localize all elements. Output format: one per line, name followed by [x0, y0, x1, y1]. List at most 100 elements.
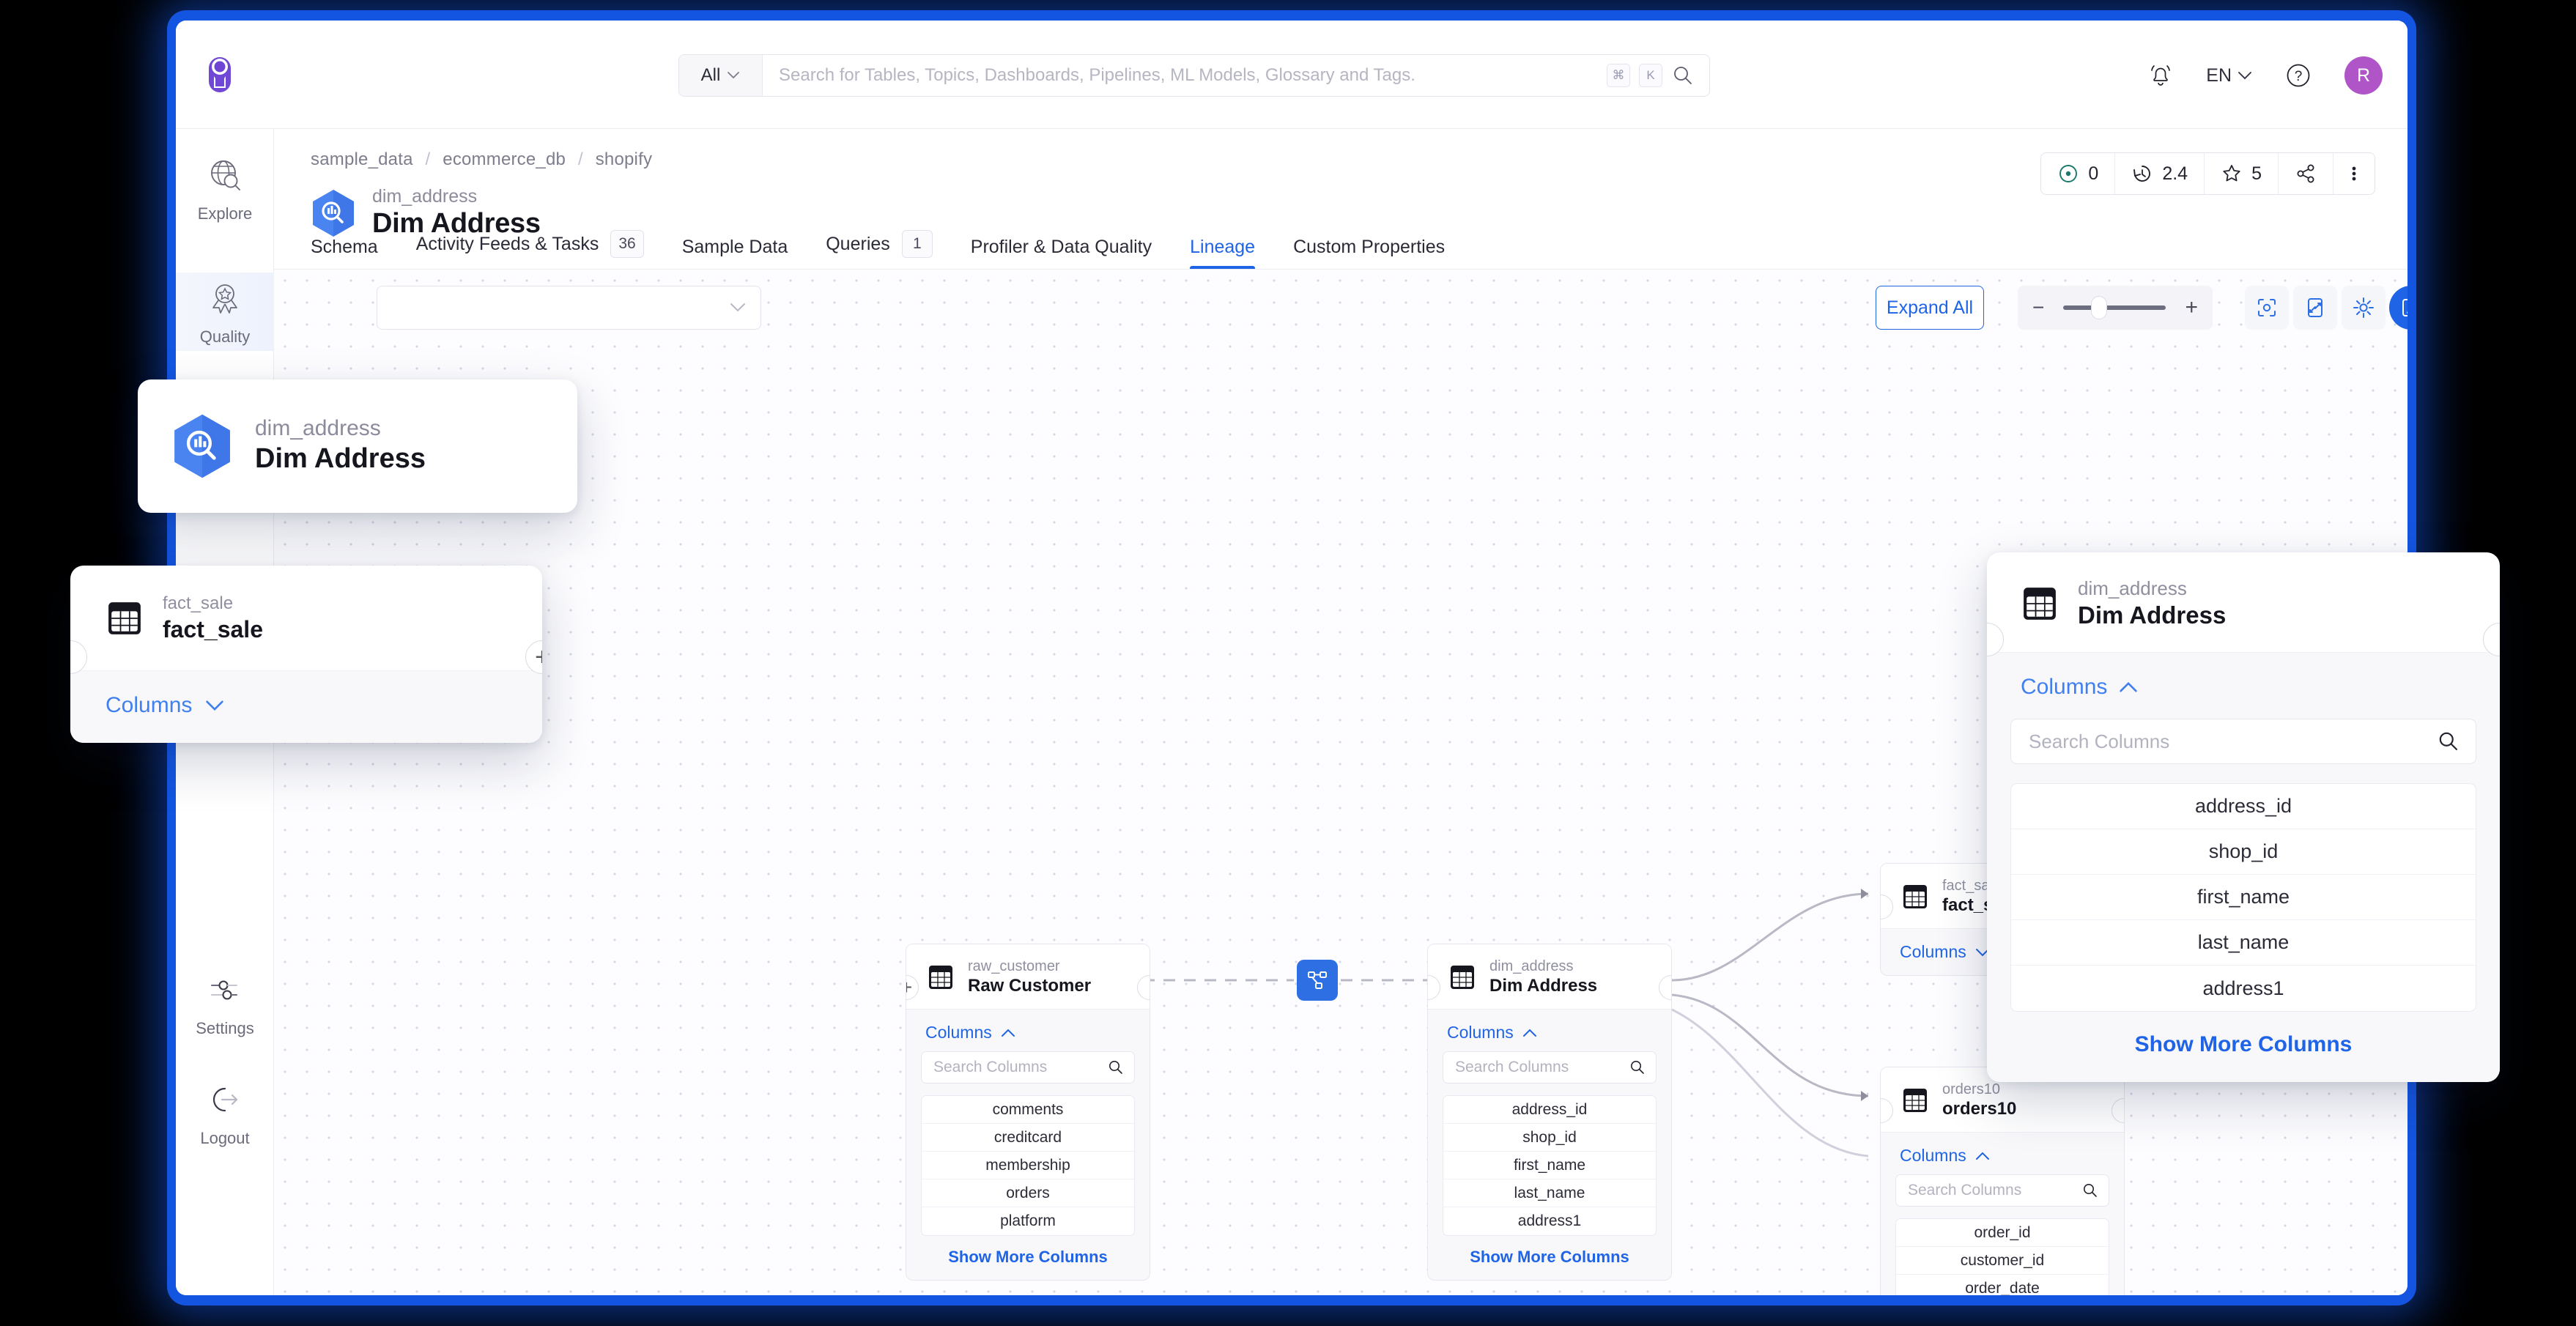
- search-scope-selector[interactable]: All: [679, 55, 763, 96]
- fit-view-button[interactable]: [2245, 286, 2289, 330]
- search-icon[interactable]: [1671, 64, 1695, 87]
- more-menu-button[interactable]: [2333, 153, 2375, 194]
- floating-card-fact-sale[interactable]: fact_sale fact_sale Columns +: [70, 566, 542, 743]
- zoom-control[interactable]: − +: [2018, 286, 2213, 330]
- column-row[interactable]: address1: [2011, 966, 2476, 1011]
- floating-card-labels: dim_address Dim Address: [255, 415, 426, 477]
- lineage-node-raw-customer[interactable]: raw_customer Raw Customer Columns Search…: [906, 944, 1150, 1281]
- column-row[interactable]: membership: [922, 1152, 1134, 1179]
- chevron-down-icon: [730, 303, 745, 312]
- column-row[interactable]: creditcard: [922, 1124, 1134, 1152]
- tab-label: Profiler & Data Quality: [970, 237, 1152, 257]
- tab-sample-data[interactable]: Sample Data: [663, 237, 807, 270]
- floating-card-title: Dim Address: [255, 443, 426, 475]
- kbd-cmd: ⌘: [1607, 64, 1630, 87]
- column-search-input[interactable]: Search Columns: [1895, 1174, 2109, 1207]
- star-icon: [2223, 165, 2240, 182]
- search-icon[interactable]: [2082, 1182, 2098, 1199]
- table-icon: [1903, 1089, 1927, 1112]
- columns-toggle[interactable]: Columns: [1895, 1143, 2109, 1174]
- stat-followers[interactable]: 5: [2205, 153, 2279, 194]
- notification-bell-icon[interactable]: [2147, 62, 2174, 89]
- node-header: dim_address Dim Address: [1428, 944, 1671, 1009]
- sidebar-item-label: Settings: [196, 1019, 254, 1037]
- zoom-slider-knob[interactable]: [2091, 296, 2108, 319]
- floating-card-columns-toggle[interactable]: Columns: [70, 670, 542, 743]
- breadcrumb-item-2[interactable]: shopify: [596, 149, 652, 169]
- lineage-node-orders10[interactable]: orders10 orders10 Columns Search Columns: [1880, 1067, 2125, 1295]
- sidebar-item-quality[interactable]: Quality: [176, 273, 274, 351]
- fullscreen-button[interactable]: [2293, 286, 2337, 330]
- stat-votes[interactable]: 0: [2041, 153, 2116, 194]
- zoom-in-button[interactable]: +: [2185, 295, 2198, 320]
- search-icon[interactable]: [1629, 1059, 1646, 1075]
- lineage-filter-select[interactable]: [377, 286, 761, 330]
- edit-lineage-button[interactable]: [2389, 286, 2407, 330]
- show-more-columns-button[interactable]: Show More Columns: [2010, 1012, 2476, 1057]
- help-circle-icon[interactable]: ?: [2284, 62, 2312, 89]
- column-row[interactable]: orders: [922, 1179, 1134, 1207]
- stat-value: 2.4: [2162, 163, 2188, 184]
- columns-toggle[interactable]: Columns: [921, 1020, 1135, 1051]
- search-icon[interactable]: [2438, 730, 2460, 752]
- column-row[interactable]: shop_id: [1443, 1124, 1656, 1152]
- sidebar-item-explore[interactable]: Explore: [176, 157, 274, 223]
- stat-version[interactable]: 2.4: [2115, 153, 2205, 194]
- zoom-out-button[interactable]: −: [2032, 296, 2044, 319]
- column-row[interactable]: platform: [922, 1207, 1134, 1235]
- tab-activity-feeds-tasks[interactable]: Activity Feeds & Tasks 36: [397, 230, 663, 270]
- column-search-input[interactable]: Search Columns: [921, 1051, 1135, 1084]
- floating-card-fqn: dim_address: [2078, 577, 2187, 599]
- search-field-wrap[interactable]: ⌘ K: [763, 55, 1709, 96]
- sidebar-item-logout[interactable]: Logout: [176, 1081, 274, 1148]
- language-selector[interactable]: EN: [2206, 65, 2252, 86]
- columns-toggle[interactable]: Columns: [1443, 1020, 1657, 1051]
- lineage-node-dim-address[interactable]: dim_address Dim Address Columns Search C…: [1427, 944, 1672, 1281]
- column-row[interactable]: comments: [922, 1096, 1134, 1124]
- column-row[interactable]: customer_id: [1896, 1247, 2109, 1275]
- search-input[interactable]: [779, 65, 1598, 86]
- show-more-columns-button[interactable]: Show More Columns: [921, 1236, 1135, 1267]
- column-row[interactable]: order_date: [1896, 1275, 2109, 1296]
- lineage-settings-button[interactable]: [2342, 286, 2386, 330]
- sidebar-item-settings[interactable]: Settings: [176, 971, 274, 1038]
- column-row[interactable]: order_id: [1896, 1219, 2109, 1247]
- node-title: Raw Customer: [968, 976, 1092, 996]
- floating-card-dim-address-compact[interactable]: dim_address Dim Address: [138, 379, 577, 513]
- column-row[interactable]: first_name: [2011, 875, 2476, 921]
- column-search-placeholder: Search Columns: [2029, 730, 2170, 752]
- tab-lineage[interactable]: Lineage: [1171, 237, 1274, 270]
- column-row[interactable]: address1: [1443, 1207, 1656, 1235]
- zoom-slider-track[interactable]: [2063, 296, 2166, 319]
- columns-label: Columns: [106, 692, 193, 717]
- tab-profiler-data-quality[interactable]: Profiler & Data Quality: [952, 237, 1171, 270]
- column-row[interactable]: last_name: [1443, 1179, 1656, 1207]
- show-more-columns-button[interactable]: Show More Columns: [1443, 1236, 1657, 1267]
- node-labels: raw_customer Raw Customer: [968, 958, 1091, 997]
- floating-card-dim-address-expanded[interactable]: dim_address Dim Address Columns Search C…: [1987, 552, 2500, 1083]
- share-button[interactable]: [2279, 153, 2333, 194]
- breadcrumb-item-1[interactable]: ecommerce_db: [443, 149, 566, 169]
- search-scope-label: All: [700, 65, 721, 85]
- expand-all-button[interactable]: Expand All: [1876, 286, 1984, 330]
- svg-text:?: ?: [2295, 69, 2303, 84]
- column-row[interactable]: shop_id: [2011, 829, 2476, 875]
- column-search-input[interactable]: Search Columns: [2010, 719, 2476, 765]
- breadcrumb: sample_data / ecommerce_db / shopify: [311, 149, 652, 170]
- column-row[interactable]: address_id: [2011, 784, 2476, 830]
- openmetadata-logo-icon[interactable]: [199, 54, 240, 95]
- columns-toggle[interactable]: Columns: [2010, 669, 2476, 719]
- column-row[interactable]: last_name: [2011, 920, 2476, 966]
- breadcrumb-item-0[interactable]: sample_data: [311, 149, 413, 169]
- avatar[interactable]: R: [2344, 56, 2383, 95]
- column-row[interactable]: address_id: [1443, 1096, 1656, 1124]
- column-row[interactable]: first_name: [1443, 1152, 1656, 1179]
- column-search-input[interactable]: Search Columns: [1443, 1051, 1657, 1084]
- global-search[interactable]: All ⌘ K: [678, 54, 1710, 97]
- search-icon[interactable]: [1108, 1059, 1124, 1075]
- node-labels: orders10 orders10: [1942, 1081, 2016, 1120]
- tab-schema[interactable]: Schema: [311, 237, 397, 270]
- tab-queries[interactable]: Queries 1: [807, 230, 952, 270]
- tab-custom-properties[interactable]: Custom Properties: [1274, 237, 1464, 270]
- pipeline-edge-badge[interactable]: [1297, 960, 1338, 1001]
